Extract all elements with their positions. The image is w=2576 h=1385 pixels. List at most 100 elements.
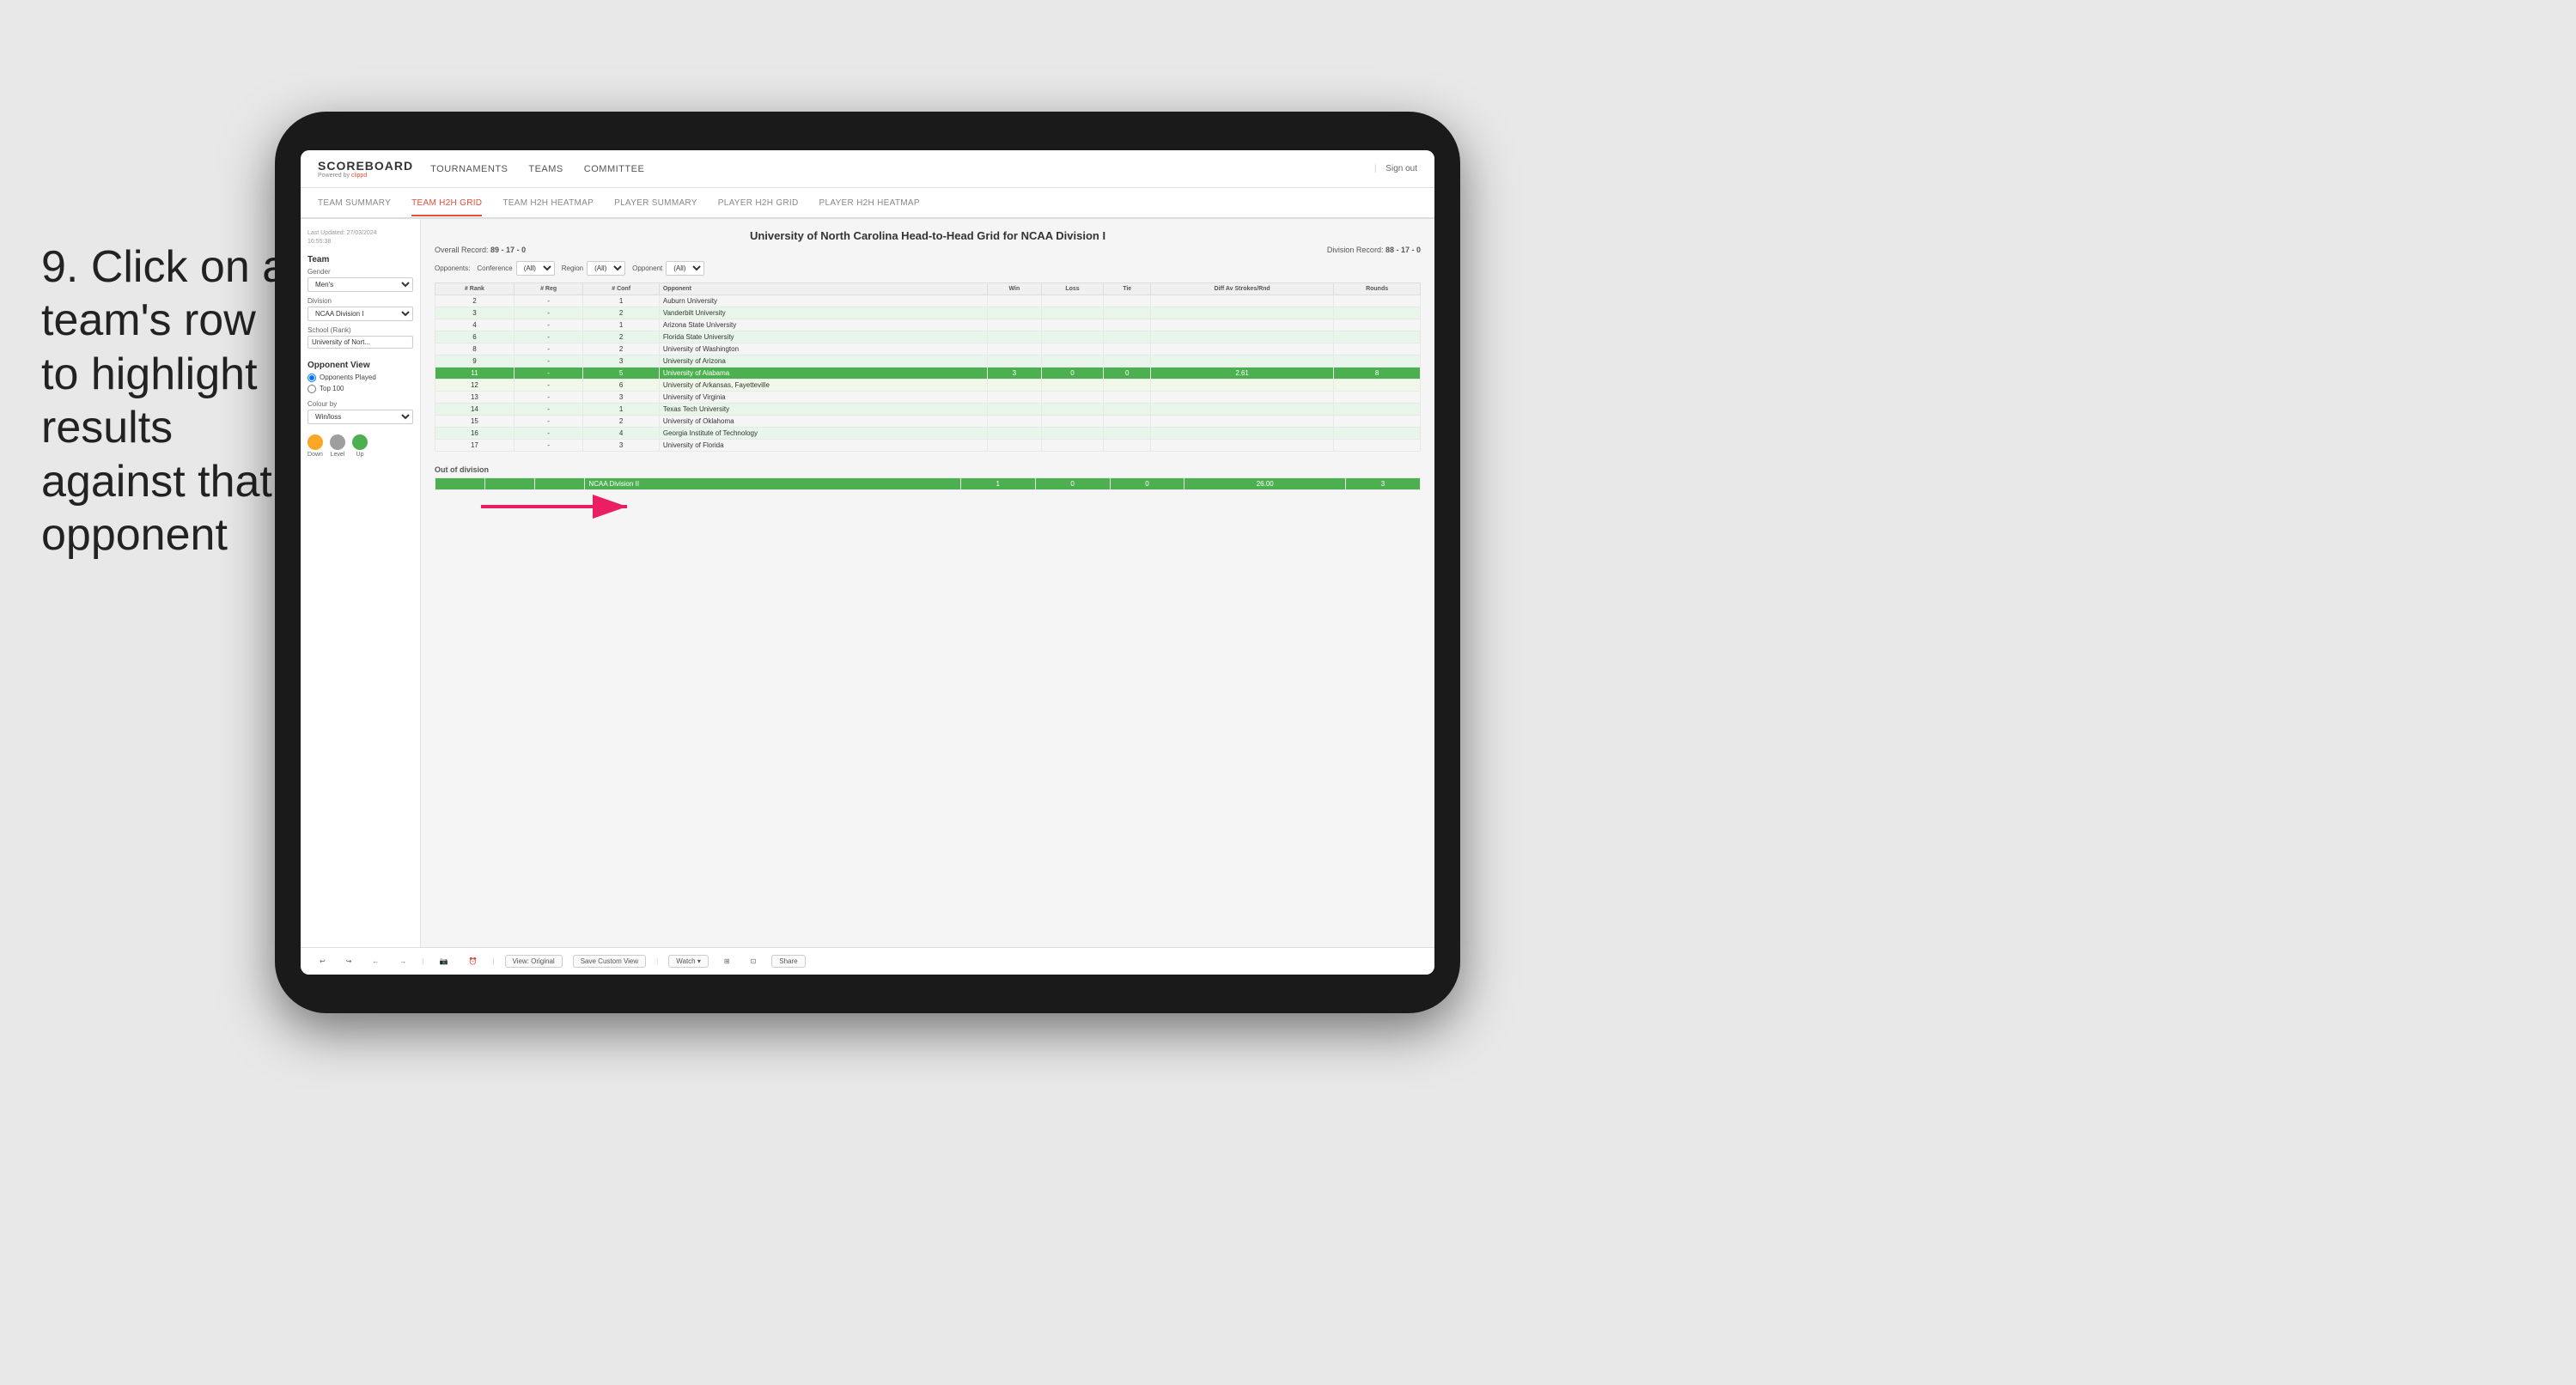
toolbar-back[interactable]: ← bbox=[367, 956, 384, 967]
cell-rounds: 8 bbox=[1334, 368, 1421, 380]
colour-up-dot bbox=[352, 434, 368, 450]
cell-tie bbox=[1104, 343, 1151, 355]
table-row[interactable]: 9-3University of Arizona bbox=[435, 355, 1421, 368]
cell-win bbox=[988, 404, 1042, 416]
cell-loss bbox=[1041, 319, 1104, 331]
toolbar-icon2[interactable]: ⊡ bbox=[746, 956, 762, 967]
cell-rank: 9 bbox=[435, 355, 515, 368]
cell-diff bbox=[1151, 404, 1334, 416]
cell-win bbox=[988, 355, 1042, 368]
table-row[interactable]: 12-6University of Arkansas, Fayetteville bbox=[435, 380, 1421, 392]
region-filter-select[interactable]: (All) bbox=[587, 261, 625, 276]
toolbar-camera[interactable]: 📷 bbox=[434, 956, 453, 967]
toolbar-undo[interactable]: ↩ bbox=[314, 956, 331, 967]
colour-down-label: Down bbox=[308, 452, 323, 458]
table-row[interactable]: 3-2Vanderbilt University bbox=[435, 307, 1421, 319]
conference-filter: Conference (All) bbox=[477, 261, 554, 276]
cell-rounds bbox=[1334, 355, 1421, 368]
table-row[interactable]: 14-1Texas Tech University bbox=[435, 404, 1421, 416]
table-row[interactable]: 16-4Georgia Institute of Technology bbox=[435, 428, 1421, 440]
cell-diff bbox=[1151, 343, 1334, 355]
nav-committee[interactable]: COMMITTEE bbox=[584, 161, 645, 178]
colour-level-dot bbox=[330, 434, 345, 450]
th-reg: # Reg bbox=[514, 283, 583, 295]
toolbar-clock[interactable]: ⏰ bbox=[463, 956, 482, 967]
cell-diff bbox=[1151, 355, 1334, 368]
sub-nav-player-h2h-heatmap[interactable]: PLAYER H2H HEATMAP bbox=[819, 191, 920, 215]
tablet-frame: SCOREBOARD Powered by clippd TOURNAMENTS… bbox=[275, 112, 1460, 1013]
toolbar-save-custom-view[interactable]: Save Custom View bbox=[573, 955, 646, 968]
cell-diff bbox=[1151, 307, 1334, 319]
cell-tie bbox=[1104, 392, 1151, 404]
cell-reg: - bbox=[514, 331, 583, 343]
table-row[interactable]: 4-1Arizona State University bbox=[435, 319, 1421, 331]
cell-diff bbox=[1151, 331, 1334, 343]
cell-rounds bbox=[1334, 295, 1421, 307]
cell-opponent: Texas Tech University bbox=[659, 404, 987, 416]
ood-reg bbox=[485, 478, 535, 490]
toolbar-icon1[interactable]: ⊞ bbox=[719, 956, 735, 967]
table-row[interactable]: 13-3University of Virginia bbox=[435, 392, 1421, 404]
cell-conf: 2 bbox=[583, 343, 659, 355]
cell-win bbox=[988, 295, 1042, 307]
bottom-toolbar: ↩ ↪ ← → | 📷 ⏰ | View: Original Save Cust… bbox=[301, 947, 1434, 975]
sidebar-timestamp: Last Updated: 27/03/2024 16:55:38 bbox=[308, 229, 413, 246]
nav-teams[interactable]: TEAMS bbox=[528, 161, 563, 178]
out-of-division-row[interactable]: NCAA Division II 1 0 0 26.00 3 bbox=[435, 478, 1421, 490]
cell-opponent: Vanderbilt University bbox=[659, 307, 987, 319]
table-row[interactable]: 17-3University of Florida bbox=[435, 440, 1421, 452]
opponent-filter-select[interactable]: (All) bbox=[666, 261, 704, 276]
cell-rounds bbox=[1334, 404, 1421, 416]
table-row[interactable]: 6-2Florida State University bbox=[435, 331, 1421, 343]
table-row[interactable]: 15-2University of Oklahoma bbox=[435, 416, 1421, 428]
sub-nav-team-summary[interactable]: TEAM SUMMARY bbox=[318, 191, 391, 215]
cell-rounds bbox=[1334, 380, 1421, 392]
colour-level-label: Level bbox=[331, 452, 345, 458]
sign-out-link[interactable]: Sign out bbox=[1385, 164, 1417, 173]
cell-reg: - bbox=[514, 380, 583, 392]
sub-nav-player-h2h-grid[interactable]: PLAYER H2H GRID bbox=[718, 191, 799, 215]
sidebar-division-select[interactable]: NCAA Division I bbox=[308, 307, 413, 321]
conference-filter-select[interactable]: (All) bbox=[516, 261, 555, 276]
cell-opponent: University of Florida bbox=[659, 440, 987, 452]
sidebar-gender-select[interactable]: Men's Women's bbox=[308, 277, 413, 292]
cell-opponent: University of Washington bbox=[659, 343, 987, 355]
cell-rank: 3 bbox=[435, 307, 515, 319]
cell-loss bbox=[1041, 404, 1104, 416]
cell-rounds bbox=[1334, 307, 1421, 319]
main-content: Last Updated: 27/03/2024 16:55:38 Team G… bbox=[301, 219, 1434, 947]
cell-reg: - bbox=[514, 392, 583, 404]
th-opponent: Opponent bbox=[659, 283, 987, 295]
cell-reg: - bbox=[514, 343, 583, 355]
cell-opponent: Arizona State University bbox=[659, 319, 987, 331]
nav-tournaments[interactable]: TOURNAMENTS bbox=[430, 161, 508, 178]
cell-rank: 6 bbox=[435, 331, 515, 343]
sub-nav-team-h2h-heatmap[interactable]: TEAM H2H HEATMAP bbox=[502, 191, 594, 215]
table-header-row: # Rank # Reg # Conf Opponent Win Loss Ti… bbox=[435, 283, 1421, 295]
cell-diff bbox=[1151, 392, 1334, 404]
th-diff: Diff Av Strokes/Rnd bbox=[1151, 283, 1334, 295]
sidebar-opponent-view-title: Opponent View bbox=[308, 361, 413, 370]
cell-tie bbox=[1104, 380, 1151, 392]
sub-nav-player-summary[interactable]: PLAYER SUMMARY bbox=[614, 191, 697, 215]
cell-tie bbox=[1104, 355, 1151, 368]
table-row[interactable]: 8-2University of Washington bbox=[435, 343, 1421, 355]
toolbar-share[interactable]: Share bbox=[771, 955, 805, 968]
cell-opponent: Florida State University bbox=[659, 331, 987, 343]
toolbar-view-original[interactable]: View: Original bbox=[505, 955, 563, 968]
sidebar-radio-opponents-played[interactable]: Opponents Played bbox=[308, 374, 413, 382]
sidebar-school-input[interactable] bbox=[308, 336, 413, 349]
toolbar-redo[interactable]: ↪ bbox=[341, 956, 357, 967]
toolbar-forward[interactable]: → bbox=[394, 956, 411, 967]
sidebar-colour-by-select[interactable]: Win/loss bbox=[308, 410, 413, 424]
sidebar-radio-top100[interactable]: Top 100 bbox=[308, 385, 413, 393]
table-row[interactable]: 2-1Auburn University bbox=[435, 295, 1421, 307]
toolbar-watch[interactable]: Watch ▾ bbox=[668, 955, 709, 968]
cell-loss bbox=[1041, 355, 1104, 368]
tablet-screen: SCOREBOARD Powered by clippd TOURNAMENTS… bbox=[301, 150, 1434, 975]
sub-nav-team-h2h-grid[interactable]: TEAM H2H GRID bbox=[411, 191, 482, 216]
cell-loss bbox=[1041, 380, 1104, 392]
cell-reg: - bbox=[514, 295, 583, 307]
table-row[interactable]: 11-5University of Alabama3002.618 bbox=[435, 368, 1421, 380]
cell-win: 3 bbox=[988, 368, 1042, 380]
